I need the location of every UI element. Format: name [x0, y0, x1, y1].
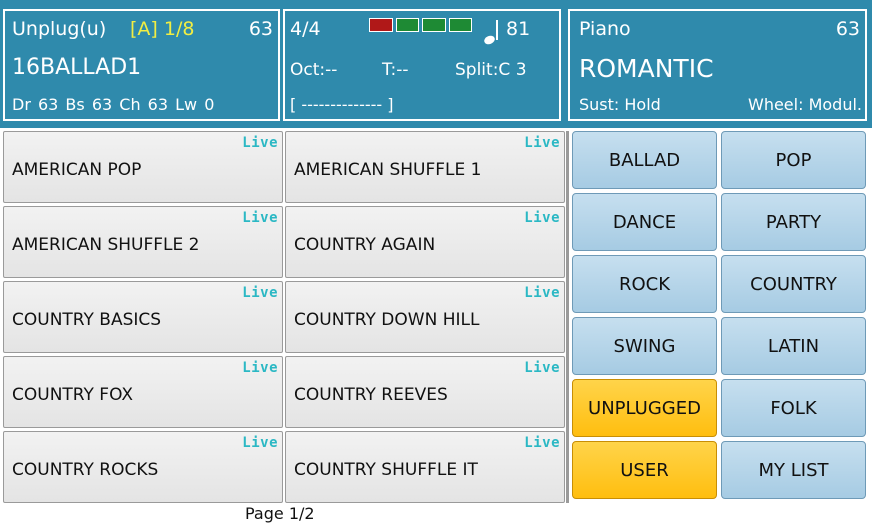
style-bank: [A] 1/8: [130, 18, 195, 40]
chord-display: [ -------------- ]: [290, 95, 394, 114]
divider: [566, 131, 569, 503]
live-badge: Live: [242, 435, 278, 451]
style-cell-name: AMERICAN SHUFFLE 2: [12, 235, 200, 255]
tempo-value: 81: [506, 18, 531, 40]
live-badge: Live: [242, 210, 278, 226]
page-indicator: Page 1/2: [245, 504, 315, 523]
style-list: Live AMERICAN POP Live AMERICAN SHUFFLE 1 Li…: [3, 131, 565, 503]
category-buttons: BALLAD POP DANCE PARTY ROCK COUNTRY SWING LATIN…: [572, 131, 868, 503]
live-badge: Live: [242, 360, 278, 376]
live-badge: Live: [242, 135, 278, 151]
tempo-panel[interactable]: 4/4 81 Oct:-- T:-- Split:C 3 [ ---------…: [283, 9, 561, 121]
meter-segment: [422, 18, 446, 32]
meter-segment: [369, 18, 393, 32]
category-button-rock[interactable]: ROCK: [572, 255, 717, 313]
octave-value: Oct:--: [290, 60, 338, 80]
transpose-value: T:--: [382, 60, 409, 80]
live-badge: Live: [524, 360, 560, 376]
style-cell[interactable]: Live COUNTRY AGAIN: [285, 206, 565, 278]
live-badge: Live: [524, 210, 560, 226]
category-button-unplugged[interactable]: UNPLUGGED: [572, 379, 717, 437]
style-cell-name: COUNTRY BASICS: [12, 310, 162, 330]
style-cell[interactable]: Live COUNTRY ROCKS: [3, 431, 283, 503]
style-title: 16BALLAD1: [12, 55, 142, 80]
meter-segment: [448, 18, 472, 32]
meter-segment: [395, 18, 419, 32]
style-cell-name: COUNTRY REEVES: [294, 385, 448, 405]
footer: Page 1/2: [0, 503, 872, 524]
category-button-dance[interactable]: DANCE: [572, 193, 717, 251]
live-badge: Live: [524, 135, 560, 151]
style-cell[interactable]: Live AMERICAN POP: [3, 131, 283, 203]
category-button-latin[interactable]: LATIN: [721, 317, 866, 375]
sustain-mode: Sust: Hold: [579, 95, 661, 114]
wheel-mode: Wheel: Modul.: [748, 95, 862, 114]
style-cell-name: AMERICAN SHUFFLE 1: [294, 160, 482, 180]
category-button-folk[interactable]: FOLK: [721, 379, 866, 437]
category-button-swing[interactable]: SWING: [572, 317, 717, 375]
status-header: Unplug(u) [A] 1/8 63 16BALLAD1 Dr 63 Bs …: [0, 0, 872, 128]
voice-info-panel[interactable]: Piano 63 ROMANTIC Sust: Hold Wheel: Modu…: [568, 9, 867, 121]
style-cell[interactable]: Live COUNTRY REEVES: [285, 356, 565, 428]
voice-volume: 63: [835, 18, 860, 40]
style-cell[interactable]: Live AMERICAN SHUFFLE 1: [285, 131, 565, 203]
style-cell-name: COUNTRY DOWN HILL: [294, 310, 480, 330]
style-info-panel[interactable]: Unplug(u) [A] 1/8 63 16BALLAD1 Dr 63 Bs …: [3, 9, 280, 121]
level-meter: [369, 18, 472, 32]
time-signature: 4/4: [290, 18, 321, 40]
style-cell-name: COUNTRY AGAIN: [294, 235, 436, 255]
style-cell-name: COUNTRY FOX: [12, 385, 134, 405]
style-name: Unplug(u): [12, 18, 107, 40]
style-volume: 63: [248, 18, 273, 40]
category-button-party[interactable]: PARTY: [721, 193, 866, 251]
style-levels: Dr 63 Bs 63 Ch 63 Lw 0: [12, 95, 215, 114]
split-point: Split:C 3: [455, 60, 527, 80]
style-cell[interactable]: Live COUNTRY BASICS: [3, 281, 283, 353]
style-cell-name: COUNTRY SHUFFLE IT: [294, 460, 478, 480]
voice-category: Piano: [579, 18, 631, 40]
category-button-pop[interactable]: POP: [721, 131, 866, 189]
style-cell[interactable]: Live COUNTRY FOX: [3, 356, 283, 428]
style-cell[interactable]: Live AMERICAN SHUFFLE 2: [3, 206, 283, 278]
style-cell-name: COUNTRY ROCKS: [12, 460, 159, 480]
category-button-country[interactable]: COUNTRY: [721, 255, 866, 313]
live-badge: Live: [524, 435, 560, 451]
category-button-ballad[interactable]: BALLAD: [572, 131, 717, 189]
category-button-user[interactable]: USER: [572, 441, 717, 499]
style-cell[interactable]: Live COUNTRY DOWN HILL: [285, 281, 565, 353]
voice-name: ROMANTIC: [579, 54, 714, 83]
category-button-my-list[interactable]: MY LIST: [721, 441, 866, 499]
style-cell-name: AMERICAN POP: [12, 160, 142, 180]
live-badge: Live: [524, 285, 560, 301]
style-cell[interactable]: Live COUNTRY SHUFFLE IT: [285, 431, 565, 503]
live-badge: Live: [242, 285, 278, 301]
quarter-note-icon: [482, 20, 498, 46]
